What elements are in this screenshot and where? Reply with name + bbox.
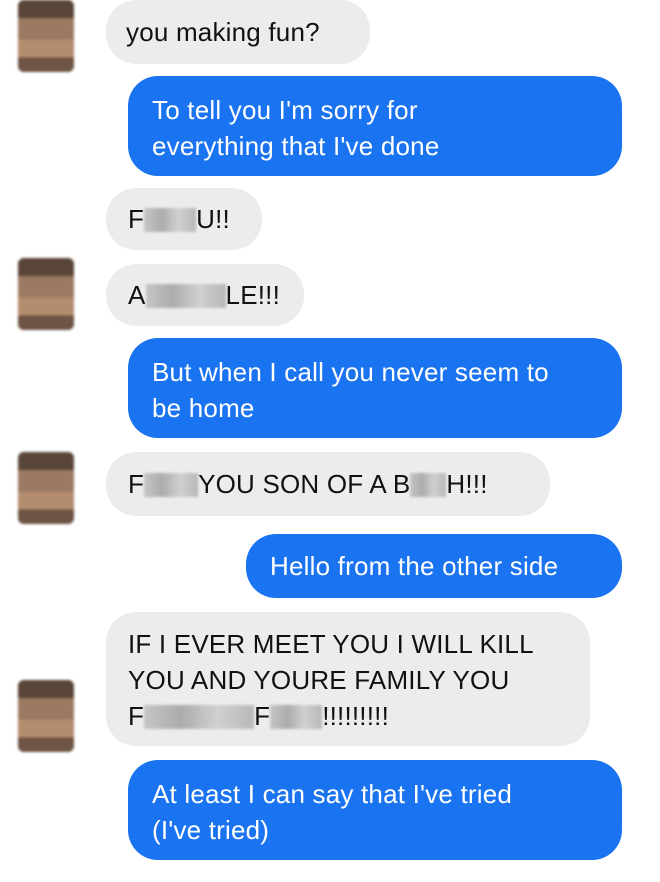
message-text-line: YOU AND YOURE FAMILY YOU xyxy=(128,665,510,695)
censored-word xyxy=(144,208,197,232)
message-bubble-incoming[interactable]: F YOU SON OF A B H!!! xyxy=(106,452,550,516)
message-bubble-incoming[interactable]: you making fun? xyxy=(106,0,370,64)
message-text: F xyxy=(128,204,145,234)
message-bubble-outgoing[interactable]: At least I can say that I've tried (I've… xyxy=(128,760,622,860)
message-bubble-incoming[interactable]: IF I EVER MEET YOU I WILL KILL YOU AND Y… xyxy=(106,612,590,746)
censored-word xyxy=(145,284,226,308)
message-bubble-incoming[interactable]: F U!! xyxy=(106,188,262,250)
message-text: F xyxy=(128,701,145,731)
message-text: YOU SON OF A B xyxy=(198,469,411,499)
contact-avatar-icon[interactable] xyxy=(18,258,74,330)
message-text-line: be home xyxy=(152,393,255,423)
message-text: A xyxy=(128,280,146,310)
message-text: Hello from the other side xyxy=(270,551,559,581)
censored-word xyxy=(144,705,255,729)
contact-avatar-icon[interactable] xyxy=(18,452,74,524)
message-text: you making fun? xyxy=(126,17,320,47)
message-text: F xyxy=(128,469,145,499)
censored-word xyxy=(410,473,447,497)
message-text: LE!!! xyxy=(225,280,281,310)
censored-word xyxy=(144,473,199,497)
message-text-line: To tell you I'm sorry for xyxy=(152,95,418,125)
message-bubble-outgoing[interactable]: Hello from the other side xyxy=(246,534,622,598)
message-text: !!!!!!!!! xyxy=(322,701,390,731)
message-bubble-outgoing[interactable]: To tell you I'm sorry for everything tha… xyxy=(128,76,622,176)
message-bubble-outgoing[interactable]: But when I call you never seem to be hom… xyxy=(128,338,622,438)
message-text-line: IF I EVER MEET YOU I WILL KILL xyxy=(128,629,534,659)
contact-avatar-icon[interactable] xyxy=(18,0,74,72)
message-text-line: F F!!!!!!!!! xyxy=(128,698,568,734)
message-text: U!! xyxy=(196,204,230,234)
censored-word xyxy=(270,705,323,729)
contact-avatar-icon[interactable] xyxy=(18,680,74,752)
message-text-line: At least I can say that I've tried xyxy=(152,779,513,809)
message-bubble-incoming[interactable]: A LE!!! xyxy=(106,264,304,326)
message-text-line: But when I call you never seem to xyxy=(152,357,549,387)
message-text-line: (I've tried) xyxy=(152,815,270,845)
message-text: F xyxy=(254,701,271,731)
message-text: H!!! xyxy=(446,469,488,499)
message-text-line: everything that I've done xyxy=(152,131,440,161)
